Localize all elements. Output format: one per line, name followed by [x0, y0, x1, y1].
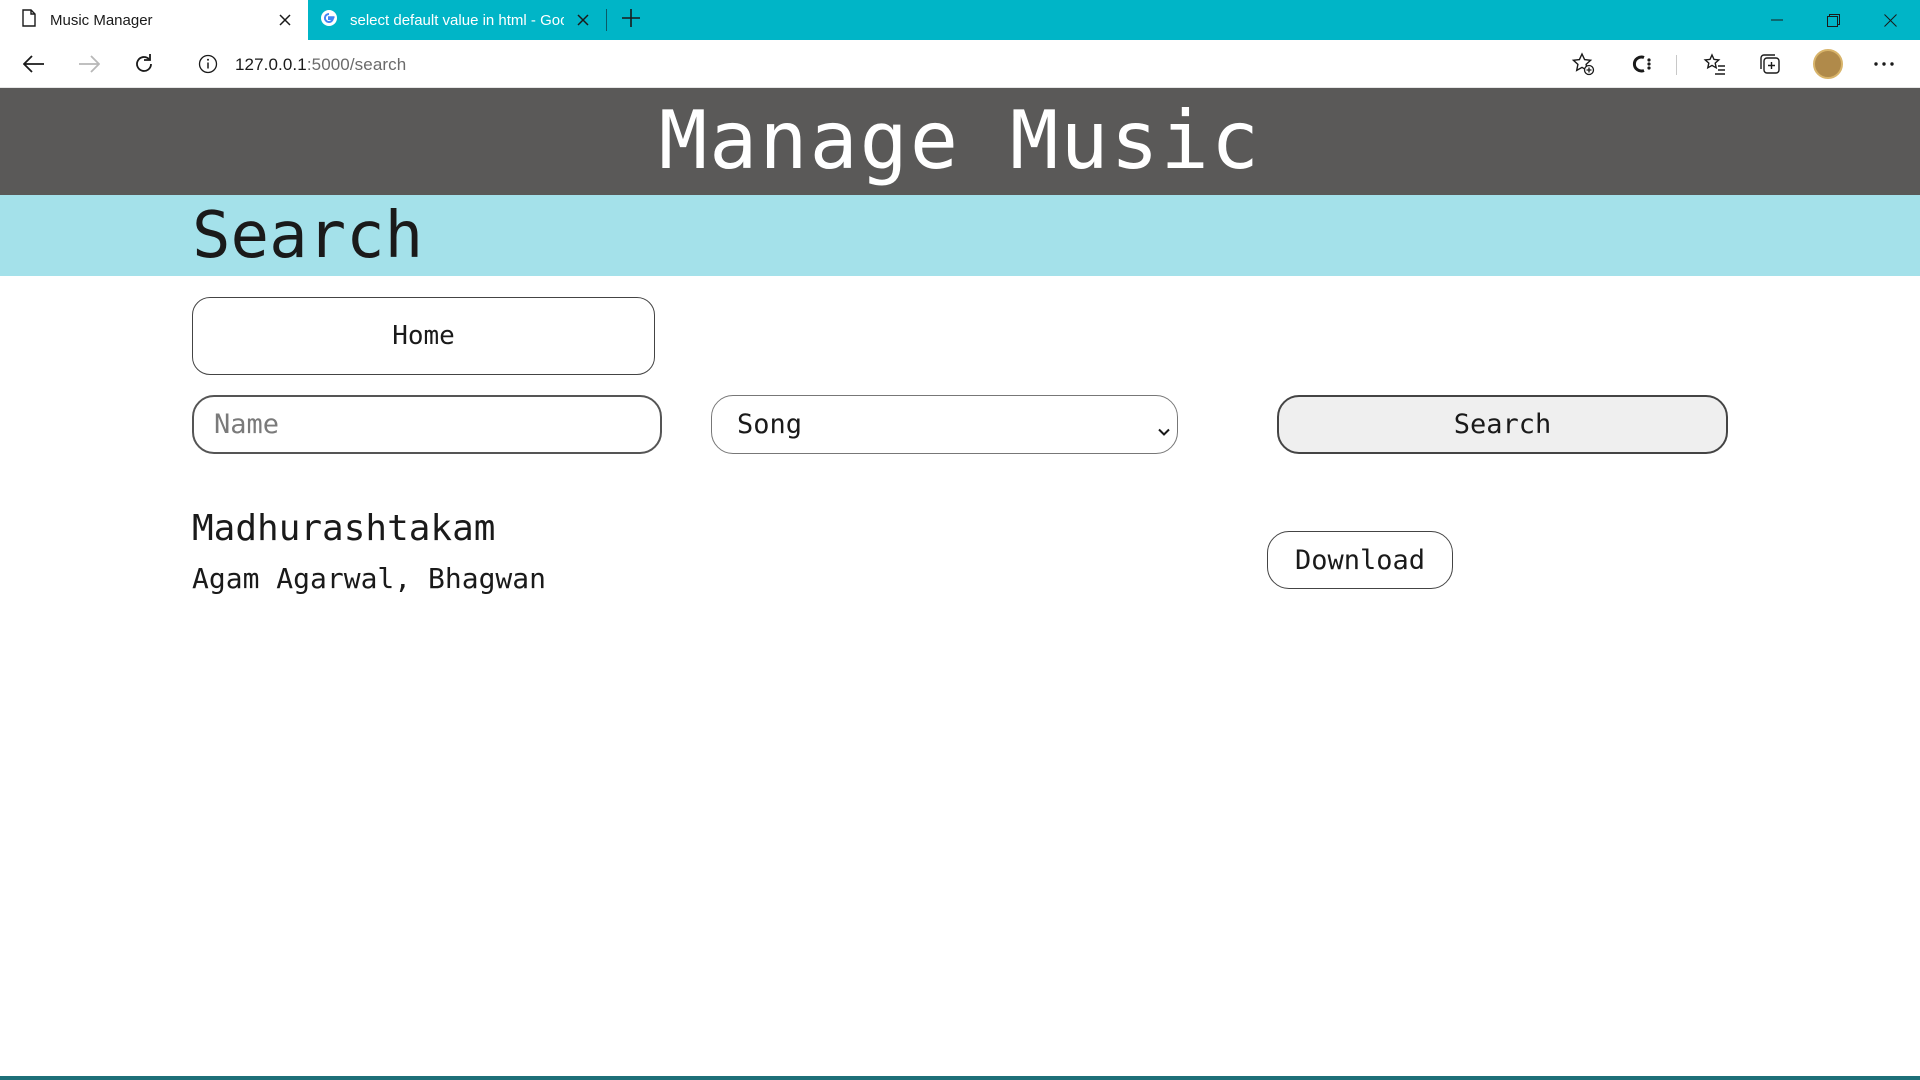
type-select-value: Song	[737, 409, 803, 440]
refresh-button[interactable]	[128, 48, 160, 80]
song-title: Madhurashtakam	[192, 508, 496, 549]
tab-music-manager[interactable]: Music Manager	[0, 0, 308, 40]
type-select[interactable]: Song	[711, 395, 1178, 454]
tab-title: Music Manager	[50, 11, 153, 29]
info-icon[interactable]	[198, 54, 218, 74]
toolbar-separator	[1676, 55, 1677, 75]
name-input[interactable]	[192, 395, 662, 454]
forward-button[interactable]	[73, 48, 105, 80]
site-title: Manage Music	[659, 94, 1261, 187]
tab-google-search[interactable]: select default value in html - Google Se…	[310, 0, 606, 40]
url-path: :5000/search	[306, 55, 407, 74]
close-icon[interactable]	[574, 11, 592, 29]
google-icon	[320, 9, 338, 31]
url-host: 127.0.0.1	[235, 55, 307, 74]
section-header: Search	[0, 195, 1920, 276]
collections-icon[interactable]	[1754, 48, 1786, 80]
site-header: Manage Music	[0, 88, 1920, 195]
page-title: Search	[192, 199, 424, 273]
close-window-button[interactable]	[1862, 0, 1918, 40]
page-icon	[22, 9, 36, 31]
url-text: 127.0.0.1:5000/search	[235, 55, 406, 75]
taskbar-edge	[0, 1076, 1920, 1080]
home-button[interactable]: Home	[192, 297, 655, 375]
tab-strip: Music Manager select default value in ht…	[0, 0, 1920, 40]
more-options-icon[interactable]	[1868, 48, 1900, 80]
minimize-button[interactable]	[1749, 0, 1805, 40]
page-content: Manage Music Search Home Song Search Mad…	[0, 88, 1920, 1080]
browser-toolbar: 127.0.0.1:5000/search	[0, 40, 1920, 88]
tab-title: select default value in html - Google Se…	[350, 11, 564, 29]
avatar[interactable]	[1813, 49, 1843, 79]
chevron-down-icon	[1156, 416, 1172, 436]
extension-icon[interactable]	[1626, 48, 1658, 80]
tab-separator	[606, 9, 607, 31]
download-button[interactable]: Download	[1267, 531, 1453, 589]
song-artists: Agam Agarwal, Bhagwan	[192, 562, 547, 595]
close-icon[interactable]	[276, 11, 294, 29]
restore-button[interactable]	[1805, 0, 1861, 40]
search-button[interactable]: Search	[1277, 395, 1728, 454]
new-tab-button[interactable]	[618, 7, 644, 33]
favorites-icon[interactable]	[1699, 48, 1731, 80]
back-button[interactable]	[18, 48, 50, 80]
address-bar[interactable]: 127.0.0.1:5000/search	[180, 46, 1588, 82]
add-favorite-icon[interactable]	[1567, 48, 1599, 80]
